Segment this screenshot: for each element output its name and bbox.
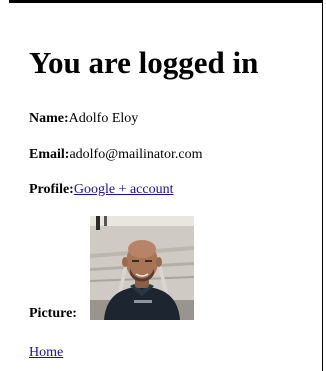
profile-picture — [90, 216, 194, 320]
profile-label: Profile: — [29, 182, 74, 197]
name-label: Name: — [29, 111, 69, 126]
picture-row: Picture: — [29, 305, 77, 323]
picture-label: Picture: — [29, 306, 77, 321]
email-label: Email: — [29, 147, 70, 162]
top-border — [0, 0, 326, 3]
email-row: Email:adolfo@mailinator.com — [29, 146, 202, 164]
google-account-link[interactable]: Google + account — [74, 182, 174, 197]
name-row: Name:Adolfo Eloy — [29, 110, 138, 128]
page-title: You are logged in — [29, 45, 259, 80]
email-value: adolfo@mailinator.com — [69, 147, 203, 162]
name-value: Adolfo Eloy — [68, 111, 139, 126]
right-border — [322, 0, 326, 371]
profile-row: Profile:Google + account — [29, 181, 173, 199]
home-link[interactable]: Home — [29, 344, 63, 362]
left-border — [0, 0, 9, 371]
